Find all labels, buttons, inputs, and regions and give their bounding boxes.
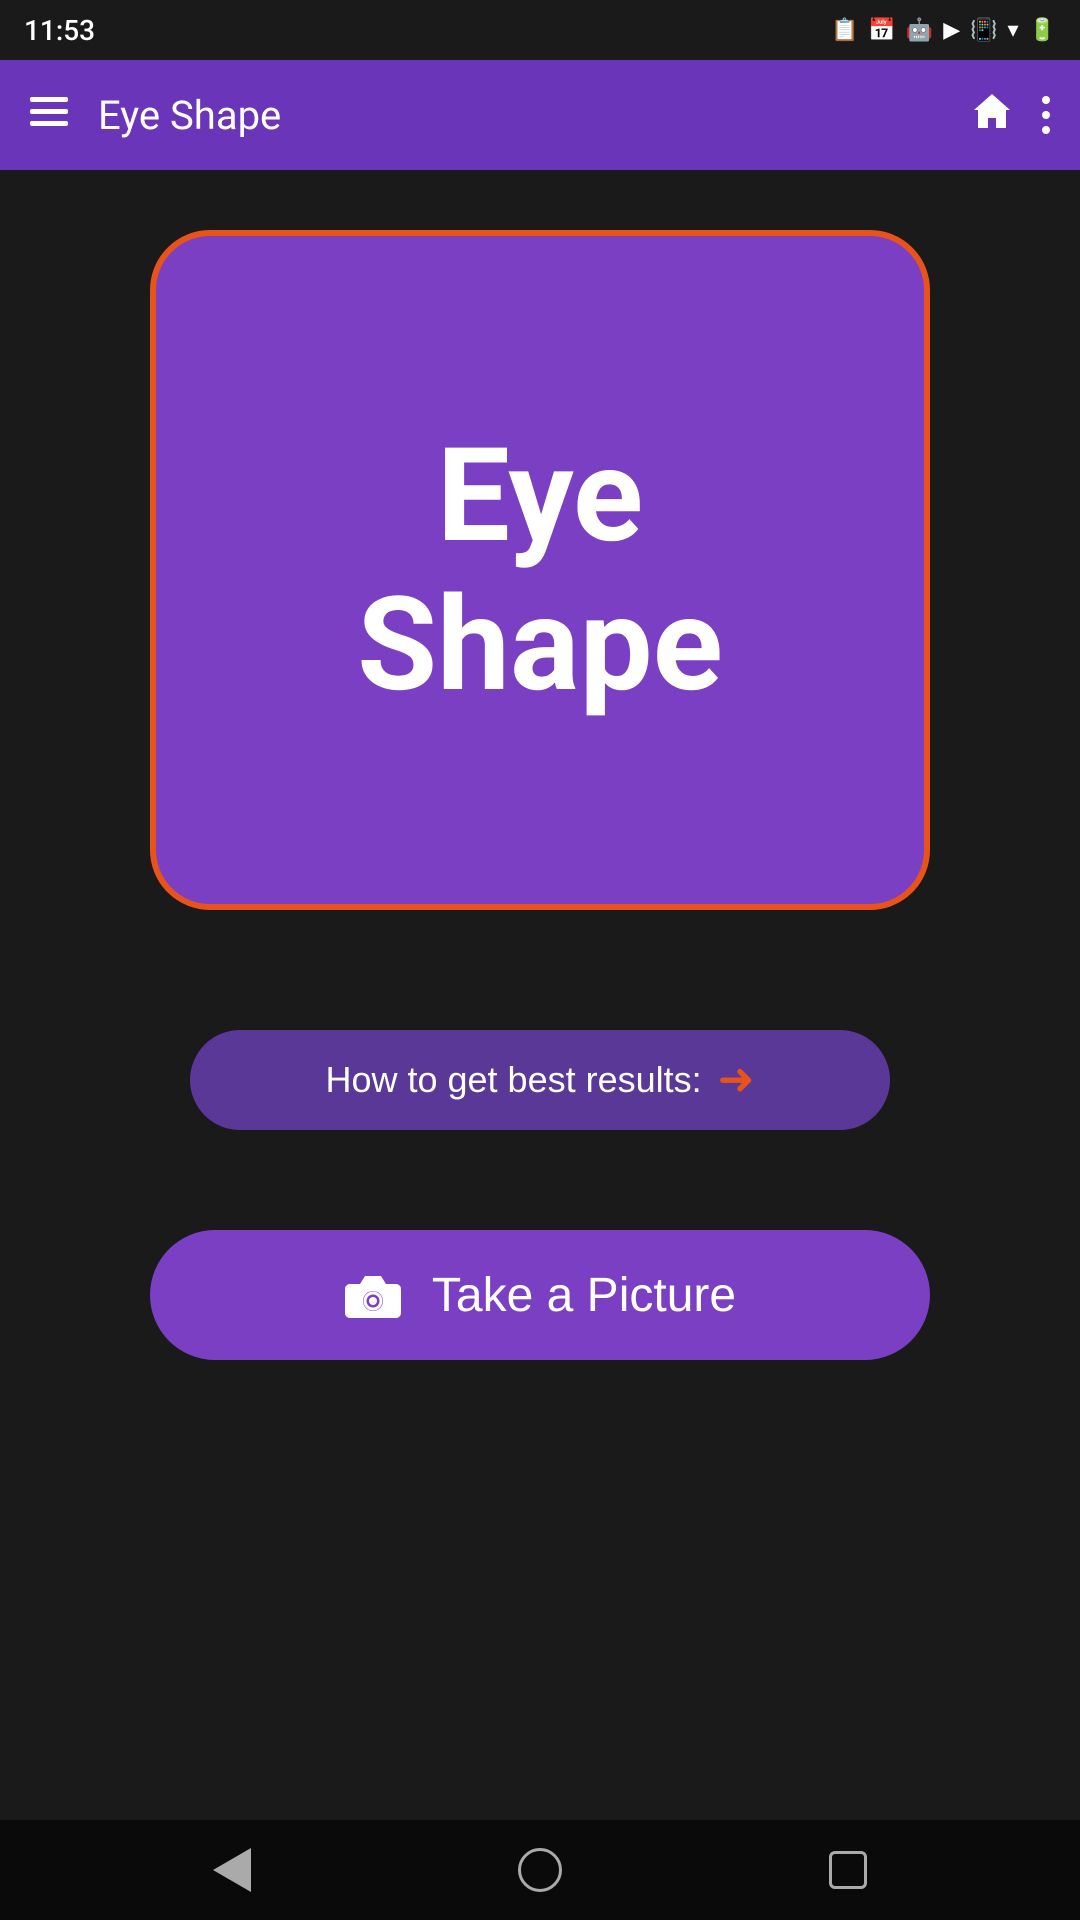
nav-bar <box>0 1820 1080 1920</box>
app-bar: Eye Shape <box>0 60 1080 170</box>
app-bar-left: Eye Shape <box>30 92 281 139</box>
camera-button-label: Take a Picture <box>432 1268 736 1323</box>
nav-back-button[interactable] <box>213 1848 251 1892</box>
results-button-label: How to get best results: <box>325 1059 701 1101</box>
android-icon: 🤖 <box>906 18 933 43</box>
status-bar: 11:53 📋 📅 🤖 ▶ 📳 ▾ 🔋 <box>0 0 1080 60</box>
eye-shape-title: Eye Shape <box>357 421 723 720</box>
main-content: Eye Shape How to get best results: ➜ Tak… <box>0 170 1080 1820</box>
battery-icon: 🔋 <box>1029 18 1056 43</box>
status-time: 11:53 <box>24 14 95 47</box>
take-picture-button[interactable]: Take a Picture <box>150 1230 930 1360</box>
plex-icon: ▶ <box>943 18 960 43</box>
wifi-icon: ▾ <box>1008 18 1019 43</box>
home-icon[interactable] <box>972 92 1012 139</box>
more-options-icon[interactable] <box>1042 96 1050 134</box>
app-bar-right <box>972 92 1050 139</box>
app-bar-title: Eye Shape <box>98 92 281 139</box>
status-icons: 📋 📅 🤖 ▶ 📳 ▾ 🔋 <box>831 18 1056 43</box>
nav-recents-button[interactable] <box>829 1851 867 1889</box>
vibrate-icon: 📳 <box>970 18 997 43</box>
camera-icon <box>344 1270 402 1320</box>
hamburger-menu-icon[interactable] <box>30 97 68 133</box>
arrow-right-icon: ➜ <box>718 1058 755 1102</box>
clipboard-icon: 📋 <box>831 18 858 43</box>
calendar-icon: 📅 <box>868 18 895 43</box>
eye-shape-card: Eye Shape <box>150 230 930 910</box>
nav-home-button[interactable] <box>518 1848 562 1892</box>
results-button[interactable]: How to get best results: ➜ <box>190 1030 890 1130</box>
